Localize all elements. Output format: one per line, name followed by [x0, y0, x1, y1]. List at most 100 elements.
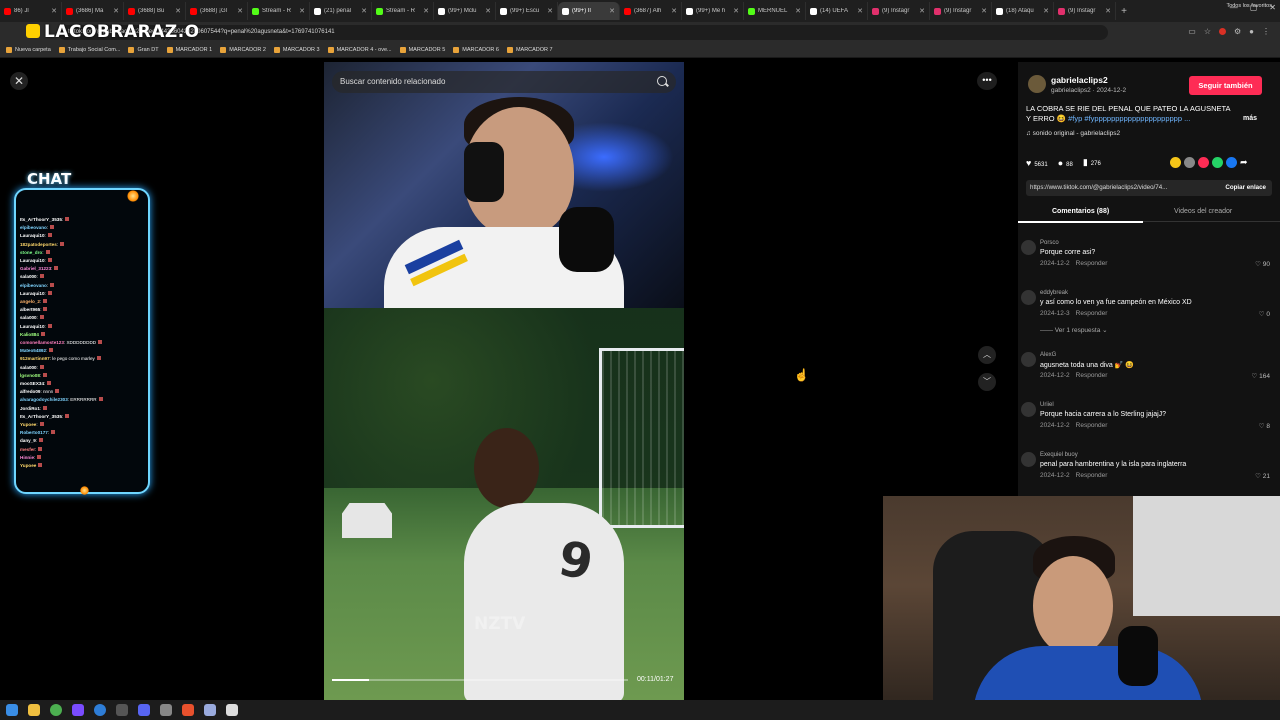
browser-tab[interactable]: (99+) Me h ✕ — [682, 2, 744, 20]
app-icon[interactable] — [204, 704, 216, 716]
bookmark-item[interactable]: MARCADOR 5 — [399, 47, 445, 53]
reply-button[interactable]: Responder — [1076, 310, 1108, 317]
copy-link-button[interactable]: Copiar enlace — [1221, 184, 1266, 191]
new-tab-icon[interactable]: + — [1116, 6, 1132, 17]
tab-close-icon[interactable]: ✕ — [547, 7, 553, 15]
browser-tab[interactable]: (99+) Escu ✕ — [496, 2, 558, 20]
share-option-icon[interactable] — [1198, 157, 1209, 168]
url-field[interactable]: tiktok.com/@gabrielaclips2/video/7443660… — [58, 25, 1108, 40]
tab-close-icon[interactable]: ✕ — [237, 7, 243, 15]
bookmark-item[interactable]: MARCADOR 2 — [220, 47, 266, 53]
share-option-icon[interactable] — [1212, 157, 1223, 168]
comment-like-button[interactable]: ♡ 164 — [1252, 372, 1271, 380]
share-option-icon[interactable] — [1226, 157, 1237, 168]
comment-avatar[interactable] — [1021, 452, 1036, 467]
share-arrow-icon[interactable]: ➦ — [1240, 157, 1251, 168]
browser-tab[interactable]: Stream - R ✕ — [248, 2, 310, 20]
tab-close-icon[interactable]: ✕ — [919, 7, 925, 15]
recording-icon[interactable] — [1218, 28, 1226, 35]
tab-close-icon[interactable]: ✕ — [175, 7, 181, 15]
author-name[interactable]: gabrielaclips2 — [1051, 75, 1108, 85]
tab-close-icon[interactable]: ✕ — [113, 7, 119, 15]
video-progress-bar[interactable] — [332, 679, 628, 681]
tab-close-icon[interactable]: ✕ — [857, 7, 863, 15]
tab-close-icon[interactable]: ✕ — [485, 7, 491, 15]
tab-close-icon[interactable]: ✕ — [609, 7, 615, 15]
tab-comments[interactable]: Comentarios (88) — [1017, 208, 1144, 223]
obs-icon[interactable] — [116, 704, 128, 716]
tab-close-icon[interactable]: ✕ — [795, 7, 801, 15]
close-video-button[interactable]: ✕ — [10, 72, 28, 90]
tab-close-icon[interactable]: ✕ — [733, 7, 739, 15]
tab-creator-videos[interactable]: Videos del creador — [1174, 208, 1232, 215]
comment-avatar[interactable] — [1021, 402, 1036, 417]
cast-icon[interactable]: ▭ — [1188, 27, 1196, 36]
bookmark-item[interactable]: MARCADOR 1 — [166, 47, 212, 53]
browser-tab[interactable]: MERNUEL ✕ — [744, 2, 806, 20]
tab-close-icon[interactable]: ✕ — [1105, 7, 1111, 15]
like-stat[interactable]: ♥ 5631 — [1026, 158, 1048, 168]
author-avatar[interactable] — [1028, 75, 1046, 93]
previous-video-button[interactable]: ︿ — [978, 346, 996, 364]
tab-close-icon[interactable]: ✕ — [423, 7, 429, 15]
bookmark-star-icon[interactable]: ☆ — [1204, 27, 1211, 36]
share-option-icon[interactable] — [1170, 157, 1181, 168]
tab-close-icon[interactable]: ✕ — [981, 7, 987, 15]
reply-button[interactable]: Responder — [1076, 372, 1108, 379]
next-video-button[interactable]: ﹀ — [978, 373, 996, 391]
bookmark-item[interactable]: MARCADOR 6 — [453, 47, 499, 53]
view-replies-link[interactable]: —— Ver 1 respuesta ⌄ — [1040, 326, 1108, 334]
tab-close-icon[interactable]: ✕ — [671, 7, 677, 15]
tab-close-icon[interactable]: ✕ — [1043, 7, 1049, 15]
bookmark-item[interactable]: MARCADOR 7 — [506, 47, 553, 53]
browser-tab[interactable]: (9) Instagr ✕ — [1054, 2, 1116, 20]
browser-tab[interactable]: Stream - R ✕ — [372, 2, 434, 20]
browser-tab[interactable]: (3686) Ma ✕ — [62, 2, 124, 20]
comment-avatar[interactable] — [1021, 240, 1036, 255]
related-search-input[interactable]: Buscar contenido relacionado — [332, 71, 676, 93]
extensions-icon[interactable]: ⚙ — [1234, 27, 1241, 36]
all-bookmarks[interactable]: Todos los favoritos — [1226, 3, 1272, 9]
bookmark-item[interactable]: MARCADOR 4 - ove... — [327, 47, 392, 53]
app-icon[interactable] — [94, 704, 106, 716]
share-option-icon[interactable] — [1184, 157, 1195, 168]
browser-tab[interactable]: (14) UEFA ✕ — [806, 2, 868, 20]
more-options-button[interactable]: ••• — [977, 72, 997, 90]
reply-button[interactable]: Responder — [1076, 260, 1108, 267]
bookmark-item[interactable]: Nueva carpeta — [6, 47, 51, 53]
browser-tab[interactable]: (3688) ¡Gl ✕ — [186, 2, 248, 20]
browser-tab[interactable]: (9) Instagr ✕ — [930, 2, 992, 20]
comment-stat[interactable]: ● 88 — [1058, 158, 1073, 168]
notepad-icon[interactable] — [160, 704, 172, 716]
discord-icon[interactable] — [138, 704, 150, 716]
sound-link[interactable]: ♫ sonido original - gabrielaclips2 — [1026, 130, 1120, 137]
comment-username[interactable]: Porsco — [1040, 240, 1059, 246]
hashtags[interactable]: #fyp #fyppppppppppppppppppppp ... — [1068, 114, 1190, 123]
search-icon[interactable] — [657, 76, 667, 86]
comment-like-button[interactable]: ♡ 8 — [1259, 422, 1270, 430]
browser-tab[interactable]: (9) Instagr ✕ — [868, 2, 930, 20]
browser-tab[interactable]: (99+) Il ✕ — [558, 2, 620, 20]
app-icon[interactable] — [182, 704, 194, 716]
menu-icon[interactable]: ⋮ — [1262, 27, 1270, 36]
reply-button[interactable]: Responder — [1076, 422, 1108, 429]
reply-button[interactable]: Responder — [1076, 472, 1108, 479]
comment-username[interactable]: Exequiel buoy — [1040, 452, 1078, 458]
bookmark-item[interactable]: Gran DT — [128, 47, 159, 53]
chrome-icon[interactable] — [50, 704, 62, 716]
comment-avatar[interactable] — [1021, 352, 1036, 367]
browser-tab[interactable]: (18) Ataqu ✕ — [992, 2, 1054, 20]
comment-username[interactable]: Uriiel — [1040, 402, 1054, 408]
follow-button[interactable]: Seguir también — [1189, 76, 1262, 95]
profile-icon[interactable]: ● — [1249, 27, 1254, 36]
app-icon[interactable] — [226, 704, 238, 716]
browser-tab[interactable]: (99+) Mclu ✕ — [434, 2, 496, 20]
bookmark-item[interactable]: Trabajo Social Com... — [58, 47, 120, 53]
start-icon[interactable] — [6, 704, 18, 716]
tab-close-icon[interactable]: ✕ — [299, 7, 305, 15]
video-link-field[interactable]: https://www.tiktok.com/@gabrielaclips2/v… — [1026, 180, 1272, 196]
tab-close-icon[interactable]: ✕ — [361, 7, 367, 15]
comment-username[interactable]: AlexG — [1040, 352, 1056, 358]
file-explorer-icon[interactable] — [28, 704, 40, 716]
comment-avatar[interactable] — [1021, 290, 1036, 305]
